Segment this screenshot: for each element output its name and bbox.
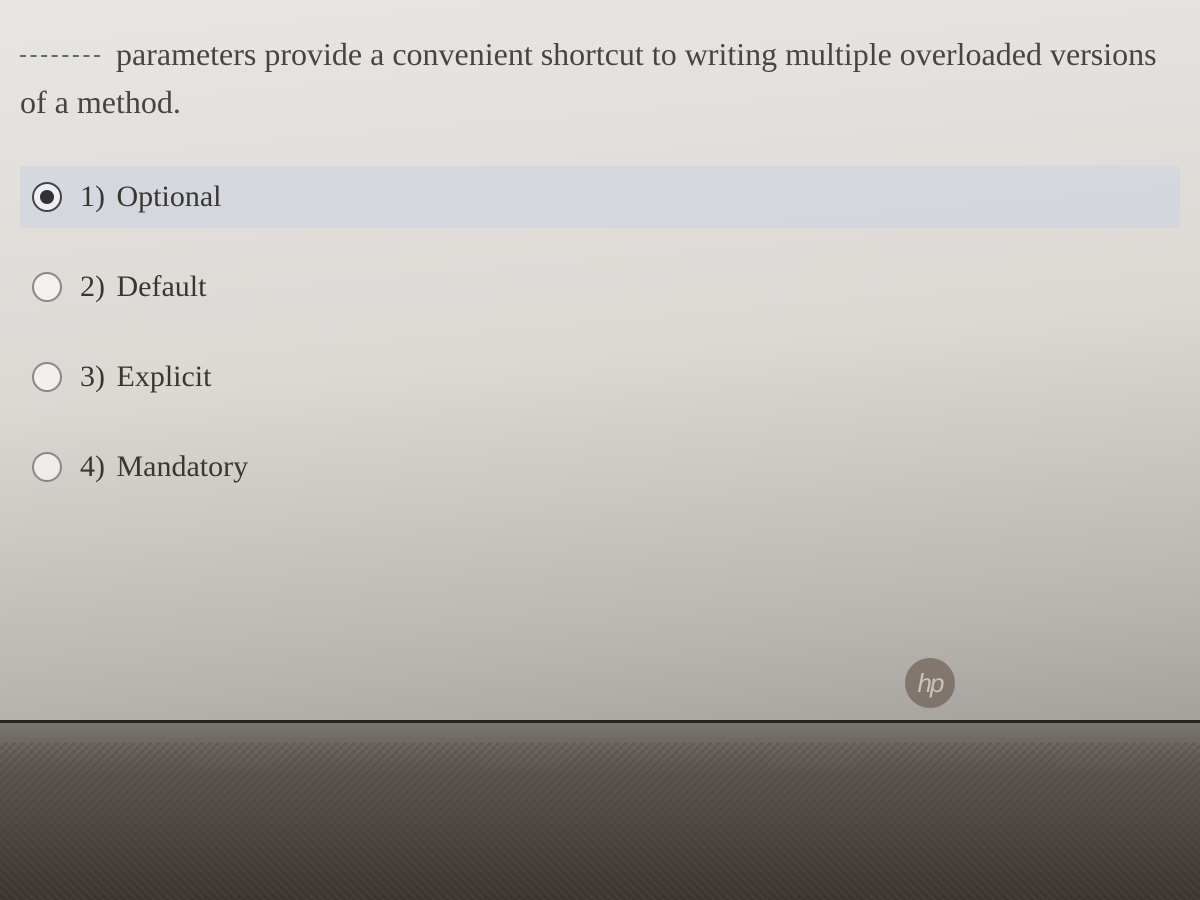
option-text: Explicit: [117, 360, 212, 393]
radio-icon: [32, 452, 62, 482]
hp-logo-icon: hp: [905, 658, 955, 708]
fill-blank: [20, 51, 100, 57]
option-number: 4): [80, 450, 105, 483]
radio-icon: [32, 272, 62, 302]
option-number: 1): [80, 180, 105, 213]
radio-icon: [32, 182, 62, 212]
option-2[interactable]: 2) Default: [20, 256, 1180, 318]
quiz-question-container: parameters provide a convenient shortcut…: [0, 0, 1200, 498]
options-list: 1) Optional 2) Default 3) Explicit 4) Ma…: [20, 166, 1180, 498]
option-number: 3): [80, 360, 105, 393]
option-3[interactable]: 3) Explicit: [20, 346, 1180, 408]
option-text: Optional: [117, 180, 222, 213]
keyboard-area: [0, 720, 1200, 900]
radio-icon: [32, 362, 62, 392]
option-4[interactable]: 4) Mandatory: [20, 436, 1180, 498]
question-text: parameters provide a convenient shortcut…: [20, 30, 1180, 126]
option-label: 1) Optional: [80, 180, 222, 214]
option-text: Default: [117, 270, 207, 303]
option-text: Mandatory: [117, 450, 249, 483]
hp-logo-text: hp: [918, 668, 943, 699]
option-label: 2) Default: [80, 270, 206, 304]
option-number: 2): [80, 270, 105, 303]
option-1[interactable]: 1) Optional: [20, 166, 1180, 228]
option-label: 3) Explicit: [80, 360, 211, 394]
option-label: 4) Mandatory: [80, 450, 248, 484]
question-body: parameters provide a convenient shortcut…: [20, 36, 1157, 120]
